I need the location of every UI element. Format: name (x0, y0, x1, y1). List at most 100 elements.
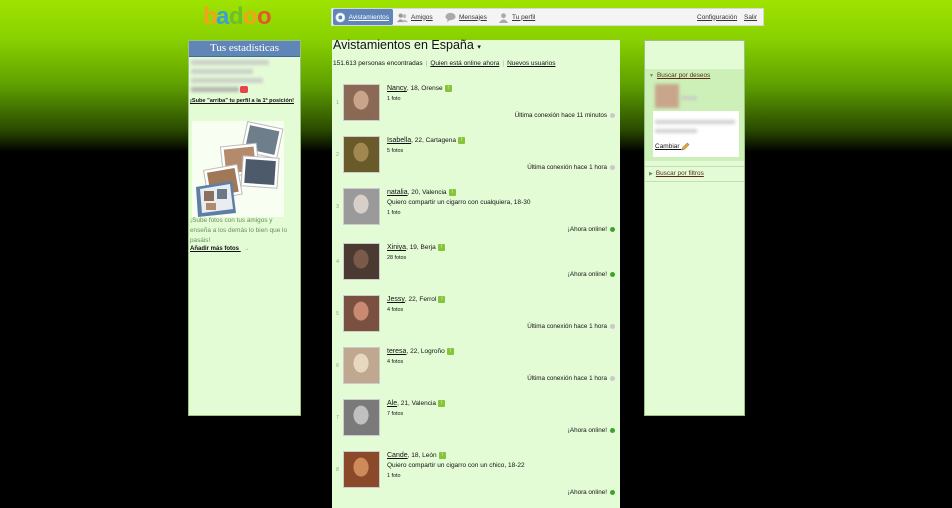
user-description: Quiero compartir un cigarro con cualquie… (387, 199, 531, 206)
upload-photos-text: ¡Sube fotos con tus amigos y enseña a lo… (190, 217, 287, 244)
blurred-stat (191, 69, 253, 74)
arrow-right-icon: → (243, 246, 250, 252)
tab-tu-perfil[interactable]: Tu perfil (498, 9, 535, 25)
blurred-stat (191, 60, 269, 65)
status-text: Última conexión hace 11 minutos (514, 112, 607, 119)
status-text: Última conexión hace 1 hora (527, 323, 607, 330)
user-name-link[interactable]: Isabella (387, 137, 411, 144)
user-details: , 22, Ferrol (404, 296, 437, 303)
connection-status: Última conexión hace 1 hora (527, 323, 615, 330)
user-name-link[interactable]: Cande (387, 452, 408, 459)
search-panel: ▼ Buscar por deseos Cambiar ▶ Buscar por f… (644, 40, 745, 416)
offline-dot-icon (610, 376, 615, 381)
tab-mensajes[interactable]: Mensajes (445, 9, 487, 25)
connection-status: ¡Ahora online! (568, 271, 615, 278)
connection-status: Última conexión hace 1 hora (527, 375, 615, 382)
verified-badge-icon: ↑ (457, 136, 465, 144)
user-name-link[interactable]: Xiniya (387, 244, 406, 251)
speech-bubble-icon (445, 12, 456, 22)
add-photos-link[interactable]: Añadir más fotos → (190, 246, 250, 252)
stats-title: Tus estadísticas (189, 41, 300, 57)
logout-link[interactable]: Salir (744, 9, 757, 25)
user-details: , 21, Valencia (397, 400, 437, 407)
connection-status: ¡Ahora online! (568, 489, 615, 496)
connection-status: Última conexión hace 1 hora (527, 164, 615, 171)
photo-count: 7 fotos (387, 411, 404, 417)
online-dot-icon (610, 272, 615, 277)
verified-badge-icon: ↑ (437, 243, 445, 251)
svg-text:a: a (216, 3, 230, 29)
photo-collage (192, 121, 284, 217)
user-name-link[interactable]: teresa (387, 348, 406, 355)
add-photos-label: Añadir más fotos (190, 246, 240, 252)
verified-badge-icon: ↑ (444, 84, 452, 92)
blurred-wish-text (681, 96, 697, 100)
offline-dot-icon (610, 324, 615, 329)
change-wish-link[interactable]: Cambiar (655, 142, 690, 151)
verified-badge-icon: ↑ (438, 451, 446, 459)
user-photo[interactable] (343, 451, 380, 488)
badoo-logo[interactable]: b a d o o (203, 3, 285, 29)
photo-count: 1 foto (387, 473, 401, 479)
tab-tu-perfil-label: Tu perfil (512, 13, 536, 21)
photo-count: 1 foto (387, 96, 401, 102)
change-label: Cambiar (655, 143, 680, 151)
online-now-link[interactable]: Quien está online ahora (430, 60, 499, 67)
wish-avatar (655, 84, 679, 108)
user-row: 1 Nancy, 18, Orense ↑ 1 foto Última conexión… (332, 84, 620, 136)
search-filters-link[interactable]: ▶ Buscar por filtros (645, 167, 744, 177)
user-info: Xiniya, 19, Berja ↑ 28 fotos (387, 243, 445, 263)
photo-count: 4 fotos (387, 307, 404, 313)
promote-profile-link[interactable]: ¡Sube "arriba" tu perfil a la 1ª posició… (190, 98, 294, 104)
tab-avistamientos-label: Avistamientos (348, 13, 389, 21)
results-count: 151.613 personas encontradas (333, 60, 423, 67)
tab-mensajes-label: Mensajes (459, 13, 487, 21)
settings-link[interactable]: Configuración (697, 9, 737, 25)
user-info: Jessy, 22, Ferrol ↑ 4 fotos (387, 295, 446, 315)
user-photo[interactable] (343, 347, 380, 384)
user-photo[interactable] (343, 188, 380, 225)
user-name-link[interactable]: Nancy (387, 85, 407, 92)
tab-avistamientos[interactable]: Avistamientos (333, 9, 393, 25)
new-users-link[interactable]: Nuevos usuarios (507, 60, 555, 67)
tab-amigos[interactable]: Amigos (397, 9, 433, 25)
status-text: Última conexión hace 1 hora (527, 375, 607, 382)
heart-badge-icon (240, 86, 248, 93)
row-number: 1 (336, 100, 340, 106)
page-title[interactable]: Avistamientos en España ▾ (333, 38, 481, 52)
row-number: 6 (336, 363, 340, 369)
status-text: ¡Ahora online! (567, 427, 607, 434)
user-icon (498, 12, 509, 23)
offline-dot-icon (610, 113, 615, 118)
verified-badge-icon: ↑ (448, 188, 456, 196)
row-number: 5 (336, 311, 340, 317)
user-info: Nancy, 18, Orense ↑ 1 foto (387, 84, 452, 104)
user-row: 3 natalia, 20, Valencia ↑ Quiero compartir … (332, 188, 620, 240)
verified-badge-icon: ↑ (438, 399, 446, 407)
user-row: 4 Xiniya, 19, Berja ↑ 28 fotos ¡Ahora online… (332, 243, 620, 295)
dropdown-arrow-icon: ▾ (477, 44, 481, 51)
row-number: 3 (336, 204, 340, 210)
blurred-stat (191, 87, 239, 92)
pencil-icon (681, 142, 690, 151)
search-filters-label: Buscar por filtros (655, 170, 704, 177)
blurred-wish-text (655, 129, 697, 133)
top-navigation: Avistamientos Amigos Mensajes Tu perfil … (331, 8, 764, 26)
user-row: 6 teresa, 22, Logroño ↑ 4 fotos Última conex… (332, 347, 620, 399)
user-photo[interactable] (343, 399, 380, 436)
offline-dot-icon (610, 165, 615, 170)
online-dot-icon (610, 227, 615, 232)
user-photo[interactable] (343, 243, 380, 280)
user-details: , 18, León (407, 452, 437, 459)
user-photo[interactable] (343, 295, 380, 332)
user-details: , 20, Valencia (407, 189, 447, 196)
search-wishes-link[interactable]: ▼ Buscar por deseos (645, 69, 744, 79)
user-photo[interactable] (343, 84, 380, 121)
user-name-link[interactable]: Jessy (387, 296, 405, 303)
user-name-link[interactable]: Ale (387, 400, 397, 407)
verified-badge-icon: ↑ (438, 295, 446, 303)
user-info: natalia, 20, Valencia ↑ Quiero compartir u… (387, 188, 530, 218)
user-photo[interactable] (343, 136, 380, 173)
svg-text:d: d (229, 3, 243, 29)
user-name-link[interactable]: natalia (387, 189, 408, 196)
